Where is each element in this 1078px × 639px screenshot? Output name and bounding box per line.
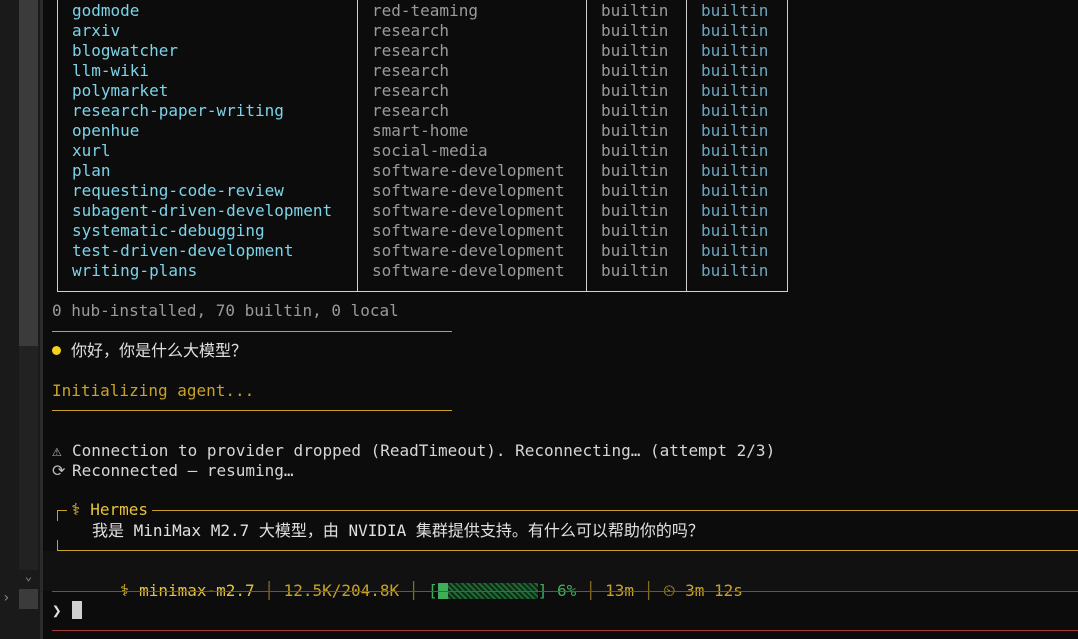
gutter-panel-button[interactable]: [19, 589, 38, 609]
skill-source: builtin: [601, 121, 669, 140]
skill-trust: builtin: [701, 161, 769, 180]
user-message-text: 你好，你是什么大模型？: [71, 341, 248, 360]
skill-name: systematic-debugging: [72, 221, 265, 240]
skill-name: plan: [72, 161, 111, 180]
skill-source: builtin: [601, 201, 669, 220]
skill-trust: builtin: [701, 1, 769, 20]
skill-name: writing-plans: [72, 261, 198, 280]
skill-category: research: [372, 61, 450, 80]
skill-name: subagent-driven-development: [72, 201, 333, 220]
skill-category: research: [372, 41, 450, 60]
skill-source: builtin: [601, 101, 669, 120]
skill-name: blogwatcher: [72, 41, 178, 60]
warning-icon: ⚠: [52, 441, 62, 460]
prompt-chevron-icon: ❯: [52, 601, 62, 620]
skill-trust: builtin: [701, 41, 769, 60]
chevron-right-icon[interactable]: ›: [2, 590, 10, 606]
reconnect-icon: ⟳: [52, 461, 66, 480]
panel-border-top: [57, 510, 1078, 521]
skill-name: requesting-code-review: [72, 181, 284, 200]
skills-summary: 0 hub-installed, 70 builtin, 0 local: [52, 301, 399, 320]
skill-category: red-teaming: [372, 1, 478, 20]
skill-trust: builtin: [701, 141, 769, 160]
skill-source: builtin: [601, 241, 669, 260]
skill-category: research: [372, 21, 450, 40]
divider-rule: [52, 331, 452, 332]
skill-source: builtin: [601, 221, 669, 240]
skill-source: builtin: [601, 61, 669, 80]
terminal-pane[interactable]: godmode red-teaming builtin builtin arxiv res…: [43, 0, 1078, 639]
connection-warning-text: Connection to provider dropped (ReadTime…: [72, 441, 776, 460]
skill-category: software-development: [372, 161, 565, 180]
skill-name: test-driven-development: [72, 241, 294, 260]
skill-category: research: [372, 101, 450, 120]
skill-name: llm-wiki: [72, 61, 150, 80]
chevron-down-icon[interactable]: ⌄: [19, 566, 38, 586]
reconnected-text: Reconnected — resuming…: [72, 461, 294, 480]
user-message: 你好，你是什么大模型？: [52, 341, 247, 361]
gutter-scroll-thumb[interactable]: [19, 0, 38, 346]
skill-name: godmode: [72, 1, 140, 20]
reconnected-status: ⟳ Reconnected — resuming…: [52, 461, 294, 481]
prompt-divider-top: [52, 591, 1078, 592]
skill-category: smart-home: [372, 121, 469, 140]
skill-category: software-development: [372, 201, 565, 220]
prompt-divider-bottom: [52, 630, 1078, 631]
skill-source: builtin: [601, 141, 669, 160]
skill-trust: builtin: [701, 121, 769, 140]
hermes-title: ⚕ Hermes: [67, 501, 153, 519]
skill-category: software-development: [372, 241, 565, 260]
skill-name: xurl: [72, 141, 111, 160]
skill-trust: builtin: [701, 81, 769, 100]
skill-source: builtin: [601, 261, 669, 280]
skill-source: builtin: [601, 1, 669, 20]
gutter-scroll-track[interactable]: [19, 346, 38, 570]
skill-source: builtin: [601, 21, 669, 40]
hermes-reply-panel: ⚕ Hermes 我是 MiniMax M2.7 大模型，由 NVIDIA 集群…: [57, 501, 1078, 551]
text-cursor[interactable]: [71, 601, 82, 619]
skill-trust: builtin: [701, 61, 769, 80]
connection-warning: ⚠ Connection to provider dropped (ReadTim…: [52, 441, 775, 461]
skill-category: software-development: [372, 181, 565, 200]
skill-trust: builtin: [701, 201, 769, 220]
status-bar: ⚕ minimax-m2.7 │ 12.5K/204.8K │ [] 6% │ …: [43, 551, 1078, 600]
left-gutter: ⌄ ›: [0, 0, 43, 639]
skill-source: builtin: [601, 41, 669, 60]
skill-source: builtin: [601, 81, 669, 100]
skill-trust: builtin: [701, 101, 769, 120]
skill-name: research-paper-writing: [72, 101, 284, 120]
skill-category: social-media: [372, 141, 488, 160]
skill-category: research: [372, 81, 450, 100]
skill-category: software-development: [372, 221, 565, 240]
skill-source: builtin: [601, 161, 669, 180]
skill-trust: builtin: [701, 181, 769, 200]
panel-border-bottom: [57, 540, 1078, 551]
divider-rule: [52, 410, 452, 411]
skill-name: polymarket: [72, 81, 169, 100]
skill-trust: builtin: [701, 21, 769, 40]
skill-name: openhue: [72, 121, 140, 140]
skill-trust: builtin: [701, 241, 769, 260]
skill-source: builtin: [601, 181, 669, 200]
skill-trust: builtin: [701, 261, 769, 280]
skill-category: software-development: [372, 261, 565, 280]
skill-name: arxiv: [72, 21, 121, 40]
hermes-reply-text: 我是 MiniMax M2.7 大模型，由 NVIDIA 集群提供支持。有什么可…: [92, 521, 704, 540]
user-bullet-icon: [52, 346, 61, 355]
prompt-line[interactable]: ❯: [52, 601, 82, 621]
skill-trust: builtin: [701, 221, 769, 240]
skills-table: godmode red-teaming builtin builtin arxiv res…: [57, 0, 789, 292]
initializing-status: Initializing agent...: [52, 381, 255, 400]
